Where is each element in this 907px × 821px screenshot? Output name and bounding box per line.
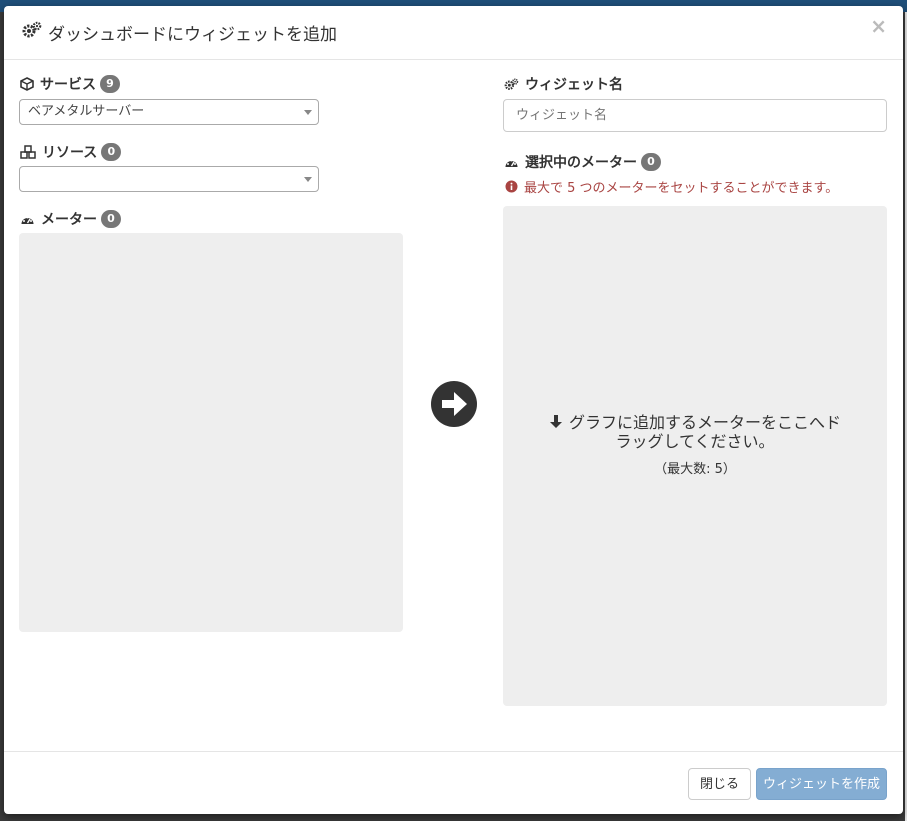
resource-label: リソース 0 [20, 142, 122, 162]
dashboard-icon [20, 213, 35, 226]
dashboard-icon [504, 156, 519, 169]
cube-icon [20, 77, 34, 91]
widget-name-input[interactable] [503, 99, 887, 132]
gears-icon [504, 78, 519, 91]
modal-title-text: ダッシュボードにウィジェットを追加 [48, 25, 337, 45]
service-label-text: サービス [40, 77, 96, 93]
selected-meters-label: 選択中のメーター 0 [504, 152, 661, 172]
selected-meters-count-badge: 0 [641, 153, 661, 171]
selected-meters-label-text: 選択中のメーター [525, 155, 637, 171]
create-widget-button[interactable]: ウィジェットを作成 [756, 768, 887, 800]
widget-name-label: ウィジェット名 [504, 74, 623, 94]
drop-zone-max-note: （最大数: 5） [654, 462, 736, 477]
service-count-badge: 9 [100, 75, 120, 93]
meters-count-badge: 0 [101, 210, 121, 228]
chevron-down-icon [304, 177, 312, 182]
service-select[interactable]: ベアメタルサーバー [19, 99, 319, 125]
modal-title: ダッシュボードにウィジェットを追加 [22, 20, 337, 45]
chevron-down-icon [304, 110, 312, 115]
meters-label-text: メーター [41, 212, 97, 228]
add-widget-modal: ダッシュボードにウィジェットを追加 × サービス 9 ベアメタルサーバー リソー… [4, 6, 903, 814]
resource-select[interactable] [19, 166, 319, 192]
arrow-right-circle-icon [430, 380, 478, 432]
drop-zone-message: グラフに追加するメーターをここへド ラッグしてください。 （最大数: 5） [503, 414, 887, 479]
modal-footer: 閉じる ウィジェットを作成 [4, 751, 903, 814]
modal-header: ダッシュボードにウィジェットを追加 × [4, 6, 903, 60]
selected-meters-drop-zone[interactable]: グラフに追加するメーターをここへド ラッグしてください。 （最大数: 5） [503, 206, 887, 706]
drop-zone-message-line1: グラフに追加するメーターをここへド [503, 414, 887, 433]
max-meters-warning: 最大で 5 つのメーターをセットすることができます。 [505, 177, 838, 196]
info-circle-icon [505, 180, 518, 193]
service-label: サービス 9 [20, 74, 120, 94]
resource-count-badge: 0 [101, 143, 122, 161]
close-button[interactable]: 閉じる [688, 768, 751, 800]
widget-name-label-text: ウィジェット名 [525, 77, 623, 93]
available-meters-list[interactable] [19, 233, 403, 632]
gears-icon [22, 21, 42, 44]
drop-zone-message-line2: ラッグしてください。 [615, 432, 775, 451]
cubes-icon [20, 145, 36, 159]
close-icon[interactable]: × [870, 16, 887, 36]
arrow-down-icon [549, 414, 563, 433]
service-select-value: ベアメタルサーバー [28, 104, 145, 119]
meters-label: メーター 0 [20, 209, 121, 229]
max-meters-warning-text: 最大で 5 つのメーターをセットすることができます。 [524, 181, 839, 196]
resource-label-text: リソース [42, 145, 98, 161]
